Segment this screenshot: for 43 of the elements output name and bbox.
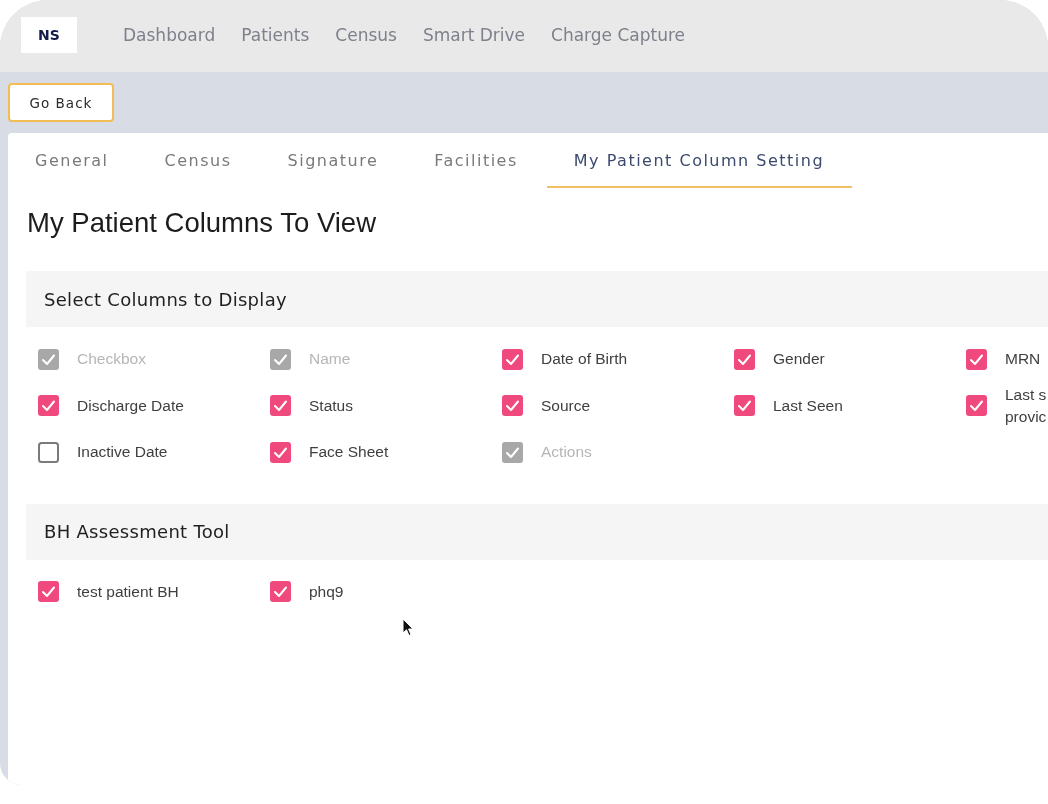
tab[interactable]: General [8,133,137,188]
checkbox[interactable] [966,348,987,370]
checkbox[interactable] [502,395,523,417]
checkbox[interactable] [270,581,291,603]
tab[interactable]: Census [137,133,260,188]
checkbox-label: Last Seen [773,395,843,416]
checkbox[interactable] [38,441,59,463]
checkbox-label: phq9 [309,581,344,602]
checkbox[interactable] [966,395,987,417]
checkbox-label: Date of Birth [541,349,628,370]
checkbox[interactable] [270,395,291,417]
checkbox-label: Name [309,349,351,370]
checkbox-label: Last s provic [1005,384,1047,427]
tab[interactable]: Facilities [407,133,546,188]
checkbox-label: test patient BH [77,581,179,602]
checkbox[interactable] [734,348,755,370]
checkbox-label: MRN [1005,349,1041,370]
section-header: BH Assessment Tool [26,503,1048,560]
cursor-icon [402,618,414,637]
nav-link[interactable]: Patients [241,25,310,45]
checkbox-label: Source [541,395,591,416]
nav-link[interactable]: Smart Drive [422,25,526,45]
page-title: My Patient Columns To View [26,206,377,238]
checkbox-label: Actions [541,442,592,463]
nav-link[interactable]: Charge Capture [551,25,686,45]
section-header: Select Columns to Display [26,271,1048,327]
checkbox-label: Status [309,395,353,416]
go-back-button[interactable]: Go Back [8,83,114,122]
tab[interactable]: Signature [260,133,407,188]
checkbox[interactable] [270,441,291,463]
tab[interactable]: My Patient Column Setting [546,133,853,188]
checkbox[interactable] [38,395,59,417]
checkbox-label: Inactive Date [77,442,168,463]
checkbox-label: Gender [773,349,825,370]
nav-link[interactable]: Dashboard [123,25,216,45]
logo[interactable]: NS [21,17,77,53]
checkbox-label: Face Sheet [309,442,389,463]
checkbox-label: Checkbox [77,349,146,370]
checkbox[interactable] [38,581,59,603]
checkbox[interactable] [502,348,523,370]
checkbox-label: Discharge Date [77,395,184,416]
nav-link[interactable]: Census [335,25,397,45]
checkbox[interactable] [734,395,755,417]
